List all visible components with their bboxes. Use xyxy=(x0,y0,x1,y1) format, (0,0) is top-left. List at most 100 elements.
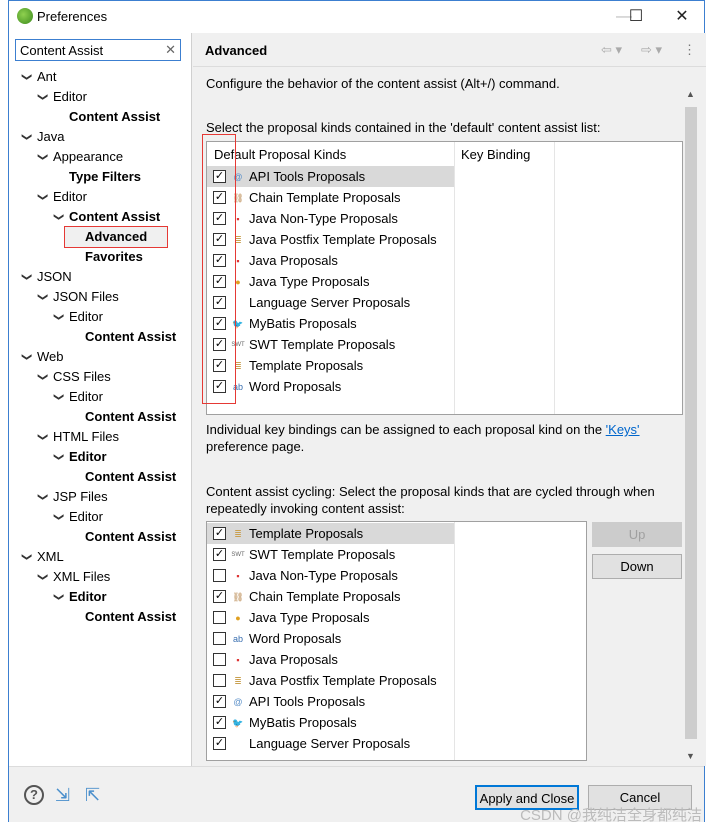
list-item[interactable]: ✓ @ API Tools Proposals xyxy=(207,166,454,187)
menu-icon[interactable]: ⋮ xyxy=(683,42,696,58)
tree-item[interactable]: ❯ Content Assist xyxy=(9,207,189,227)
page-scrollbar[interactable]: ▲ ▼ xyxy=(684,89,698,761)
tree-item[interactable]: ❯ Appearance xyxy=(9,147,189,167)
list-item[interactable]: ✓ ≣ Template Proposals xyxy=(207,523,454,544)
help-icon[interactable]: ? xyxy=(24,785,44,805)
tree-item[interactable]: ❯ Web xyxy=(9,347,189,367)
maximize-button[interactable]: ☐ xyxy=(621,5,651,29)
column-header-key-binding[interactable]: Key Binding xyxy=(461,147,530,162)
chevron-down-icon[interactable]: ❯ xyxy=(16,132,36,142)
checkbox[interactable] xyxy=(213,674,226,687)
chevron-down-icon[interactable]: ❯ xyxy=(48,392,68,402)
checkbox[interactable]: ✓ xyxy=(213,548,226,561)
list-item[interactable]: ✓ SWT SWT Template Proposals xyxy=(207,544,454,565)
eclipse-icon xyxy=(17,8,33,24)
tree-item[interactable]: ❯ Editor xyxy=(9,447,189,467)
chevron-down-icon[interactable]: ❯ xyxy=(32,152,52,162)
tree-item-label: Ant xyxy=(37,69,57,84)
chevron-down-icon[interactable]: ❯ xyxy=(48,512,68,522)
tree-item[interactable]: Content Assist xyxy=(9,407,189,427)
list-item[interactable]: ▪ Java Non-Type Proposals xyxy=(207,565,454,586)
list-item[interactable]: ✓ Language Server Proposals xyxy=(207,733,454,754)
back-icon[interactable]: ⇦ ▾ xyxy=(601,42,622,58)
forward-icon[interactable]: ⇨ ▾ xyxy=(641,42,662,58)
checkbox[interactable] xyxy=(213,653,226,666)
chevron-down-icon[interactable]: ❯ xyxy=(32,432,52,442)
chevron-down-icon[interactable]: ❯ xyxy=(48,592,68,602)
tree-item[interactable]: ❯ JSON Files xyxy=(9,287,189,307)
filter-input[interactable]: Content Assist ✕ xyxy=(15,39,181,61)
tree-item[interactable]: ❯ XML Files xyxy=(9,567,189,587)
chevron-down-icon[interactable]: ❯ xyxy=(32,572,52,582)
tree-item-label: XML xyxy=(37,549,64,564)
tree-item[interactable]: ❯ CSS Files xyxy=(9,367,189,387)
checkbox[interactable]: ✓ xyxy=(213,716,226,729)
tree-item[interactable]: Content Assist xyxy=(9,527,189,547)
list-item[interactable]: ✓ ab Word Proposals xyxy=(207,376,454,397)
tree-item[interactable]: ❯ Editor xyxy=(9,307,189,327)
list-item[interactable]: ✓ ▪ Java Proposals xyxy=(207,250,454,271)
list-item[interactable]: ✓ ≣ Template Proposals xyxy=(207,355,454,376)
chevron-down-icon[interactable]: ❯ xyxy=(48,212,68,222)
tree-item[interactable]: ❯ Java xyxy=(9,127,189,147)
checkbox[interactable] xyxy=(213,569,226,582)
chevron-down-icon[interactable]: ❯ xyxy=(16,352,36,362)
chevron-down-icon[interactable]: ❯ xyxy=(48,452,68,462)
list-item[interactable]: ✓ 🐦 MyBatis Proposals xyxy=(207,712,454,733)
list-item[interactable]: ✓ @ API Tools Proposals xyxy=(207,691,454,712)
list-item[interactable]: ✓ 🐦 MyBatis Proposals xyxy=(207,313,454,334)
chevron-down-icon[interactable]: ❯ xyxy=(32,372,52,382)
tree-item[interactable]: Content Assist xyxy=(9,607,189,627)
tree-item[interactable]: ❯ JSON xyxy=(9,267,189,287)
export-icon[interactable]: ⇱ xyxy=(85,785,100,806)
list-item[interactable]: ▪ Java Proposals xyxy=(207,649,454,670)
list-item[interactable]: ✓ ● Java Type Proposals xyxy=(207,271,454,292)
tree-item[interactable]: ❯ Editor xyxy=(9,187,189,207)
tree-item[interactable]: Content Assist xyxy=(9,107,189,127)
list-item[interactable]: ✓ SWT SWT Template Proposals xyxy=(207,334,454,355)
clear-filter-icon[interactable]: ✕ xyxy=(165,42,176,58)
list-item[interactable]: ✓ Language Server Proposals xyxy=(207,292,454,313)
list-item[interactable]: ab Word Proposals xyxy=(207,628,454,649)
close-button[interactable]: ✕ xyxy=(667,5,697,29)
chevron-down-icon[interactable]: ❯ xyxy=(16,272,36,282)
chevron-down-icon[interactable]: ❯ xyxy=(32,192,52,202)
list-item[interactable]: ✓ ▪ Java Non-Type Proposals xyxy=(207,208,454,229)
keys-link[interactable]: 'Keys' xyxy=(606,422,640,437)
import-icon[interactable]: ⇲ xyxy=(55,785,70,806)
tree-item[interactable]: Favorites xyxy=(9,247,189,267)
checkbox[interactable]: ✓ xyxy=(213,590,226,603)
checkbox[interactable]: ✓ xyxy=(213,695,226,708)
checkbox[interactable]: ✓ xyxy=(213,527,226,540)
tree-item[interactable]: Content Assist xyxy=(9,467,189,487)
tree-item-label: Content Assist xyxy=(85,329,177,344)
list-item[interactable]: ✓ ⛓ Chain Template Proposals xyxy=(207,187,454,208)
tree-item[interactable]: Content Assist xyxy=(9,327,189,347)
chevron-down-icon[interactable]: ❯ xyxy=(32,92,52,102)
checkbox[interactable] xyxy=(213,611,226,624)
tree-item[interactable]: ❯ Editor xyxy=(9,587,189,607)
tree-item[interactable]: ❯ Editor xyxy=(9,87,189,107)
up-button[interactable]: Up xyxy=(592,522,682,547)
down-button[interactable]: Down xyxy=(592,554,682,579)
tree-item[interactable]: ❯ Ant xyxy=(9,67,189,87)
list-item[interactable]: ✓ ⛓ Chain Template Proposals xyxy=(207,586,454,607)
chevron-down-icon[interactable]: ❯ xyxy=(32,292,52,302)
list-item[interactable]: ● Java Type Proposals xyxy=(207,607,454,628)
tree-item[interactable]: ❯ Editor xyxy=(9,507,189,527)
checkbox[interactable] xyxy=(213,632,226,645)
checkbox[interactable]: ✓ xyxy=(213,737,226,750)
chevron-down-icon[interactable]: ❯ xyxy=(32,492,52,502)
chevron-down-icon[interactable]: ❯ xyxy=(16,72,36,82)
tree-item[interactable]: Type Filters xyxy=(9,167,189,187)
list-item[interactable]: ≣ Java Postfix Template Proposals xyxy=(207,670,454,691)
chevron-down-icon[interactable]: ❯ xyxy=(16,552,36,562)
tree-item[interactable]: ❯ JSP Files xyxy=(9,487,189,507)
chevron-down-icon[interactable]: ❯ xyxy=(48,312,68,322)
scrollbar-thumb[interactable] xyxy=(685,107,697,739)
tree-item[interactable]: Advanced xyxy=(9,226,189,248)
tree-item[interactable]: ❯ Editor xyxy=(9,387,189,407)
list-item[interactable]: ✓ ≣ Java Postfix Template Proposals xyxy=(207,229,454,250)
tree-item[interactable]: ❯ XML xyxy=(9,547,189,567)
tree-item[interactable]: ❯ HTML Files xyxy=(9,427,189,447)
